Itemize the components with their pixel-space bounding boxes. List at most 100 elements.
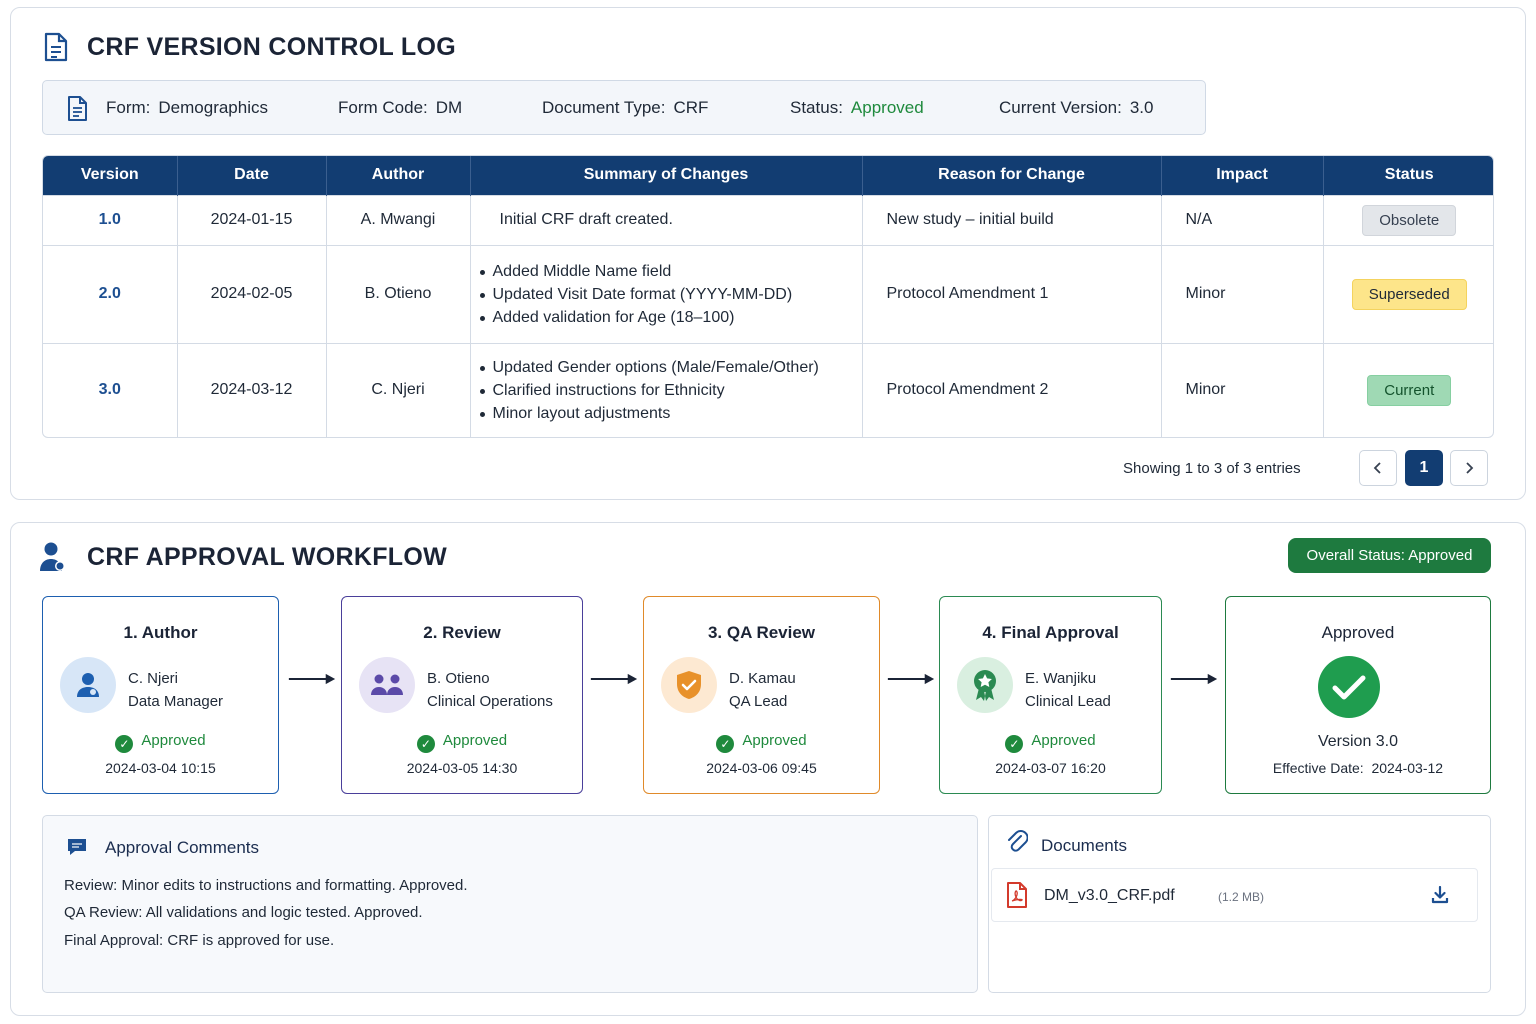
comment-line: Final Approval: CRF is approved for use. [64,932,335,949]
approval-workflow-card: CRF APPROVAL WORKFLOW Overall Status: Ap… [10,522,1526,1016]
form-document-icon [68,96,87,121]
step-status: ✓ Approved [342,732,582,753]
column-header[interactable]: Date [177,156,327,195]
form-code: Form Code: DM [338,98,463,117]
approval-comments-panel: Approval Comments Review: Minor edits to… [42,815,978,993]
row-summary: Added Middle Name field Updated Visit Da… [470,244,863,343]
row-impact: Minor [1161,244,1324,343]
table-row[interactable]: 2.0 2024-02-05 B. Otieno Added Middle Na… [43,244,1493,343]
step-datetime: 2024-03-04 10:15 [105,760,216,776]
step-person: B. Otieno Clinical Operations [427,667,553,713]
step-person: C. Njeri Data Manager [128,667,223,713]
user-badge-icon [40,542,65,571]
step-datetime: 2024-03-05 14:30 [406,760,518,776]
award-icon [957,657,1013,713]
big-check-circle-icon [1318,656,1380,718]
page-1-button[interactable]: 1 [1405,450,1443,486]
row-summary: Initial CRF draft created. [470,194,863,245]
version-control-card: CRF VERSION CONTROL LOG Form: Demographic… [10,7,1526,500]
user-icon [60,657,116,713]
form-info-bar: Form: Demographics Form Code: DM Document … [42,80,1206,135]
workflow-step-author[interactable]: 1. Author C. Njeri Data Manager ✓ Approved… [42,596,279,794]
step-datetime: 2024-03-07 16:20 [995,760,1106,776]
column-header[interactable]: Version [43,156,178,195]
form-status: Status: Approved [790,98,924,117]
row-author: B. Otieno [326,244,471,343]
row-status-cell: Superseded [1323,244,1493,343]
paperclip-icon [1008,829,1028,852]
chevron-right-icon [1466,462,1474,474]
column-header[interactable]: Summary of Changes [470,156,863,195]
summary-item: Clarified instructions for Ethnicity [479,379,862,402]
pdf-file-icon [1007,882,1027,908]
step-person: D. Kamau QA Lead [729,667,796,713]
overall-status-badge: Overall Status: Approved [1288,538,1491,573]
person-name: E. Wanjiku [1025,670,1097,687]
version-link[interactable]: 2.0 [43,244,178,343]
row-impact: Minor [1161,342,1324,437]
document-row[interactable]: DM_v3.0_CRF.pdf (1.2 MB) [991,868,1478,922]
final-version: Version 3.0 [1317,733,1399,750]
document-icon [44,32,68,62]
table-row[interactable]: 3.0 2024-03-12 C. Njeri Updated Gender o… [43,342,1493,437]
summary-item: Updated Visit Date format (YYYY-MM-DD) [479,283,862,306]
summary-item: Minor layout adjustments [479,402,862,425]
person-role: Clinical Operations [427,693,553,710]
prev-page-button[interactable] [1359,450,1397,486]
workflow-step-review[interactable]: 2. Review B. Otieno Clinical Operations ✓… [341,596,583,794]
column-header[interactable]: Reason for Change [862,156,1162,195]
effective-date: Effective Date: 2024-03-12 [1272,760,1444,776]
document-type: Document Type: CRF [542,98,709,117]
row-reason: New study – initial build [862,194,1162,245]
version-table: Version Date Author Summary of Changes R… [42,155,1494,438]
comments-title: Approval Comments [105,838,260,857]
next-page-button[interactable] [1450,450,1488,486]
step-title: 2. Review [423,623,501,642]
column-header[interactable]: Impact [1161,156,1324,195]
version-link[interactable]: 3.0 [43,342,178,437]
status-badge: Superseded [1351,278,1467,310]
comment-icon [68,839,86,855]
document-filesize: (1.2 MB) [1218,890,1265,904]
version-link[interactable]: 1.0 [43,194,178,245]
summary-item: Added validation for Age (18–100) [479,306,862,329]
person-name: B. Otieno [427,670,490,687]
person-role: Data Manager [128,693,224,710]
workflow-title: CRF APPROVAL WORKFLOW [87,543,447,571]
arrow-right-icon [288,673,336,685]
form-name: Form: Demographics [106,98,268,117]
row-summary: Updated Gender options (Male/Female/Othe… [470,342,863,437]
row-author: C. Njeri [326,342,471,437]
column-header[interactable]: Author [326,156,471,195]
check-circle-icon: ✓ [1005,735,1024,753]
workflow-step-qa-review[interactable]: 3. QA Review D. Kamau QA Lead ✓ Approved 2… [643,596,880,794]
step-person: E. Wanjiku Clinical Lead [1025,667,1111,713]
pagination-summary: Showing 1 to 3 of 3 entries [1123,460,1301,477]
workflow-step-final-approval[interactable]: 4. Final Approval E. Wanjiku Clinical Lea… [939,596,1162,794]
chevron-left-icon [1373,462,1381,474]
step-title: 1. Author [123,623,198,642]
arrow-right-icon [887,673,935,685]
download-icon[interactable] [1431,886,1449,904]
final-title: Approved [1321,623,1395,642]
document-filename[interactable]: DM_v3.0_CRF.pdf [1044,887,1175,905]
table-row[interactable]: 1.0 2024-01-15 A. Mwangi Initial CRF dra… [43,194,1493,245]
step-status: ✓ Approved [644,732,879,753]
row-status-cell: Current [1323,342,1493,437]
person-name: D. Kamau [729,670,796,687]
arrow-right-icon [590,673,638,685]
documents-title: Documents [1041,836,1127,855]
check-circle-icon: ✓ [416,735,435,753]
users-icon [359,657,415,713]
row-reason: Protocol Amendment 1 [862,244,1162,343]
summary-item: Added Middle Name field [479,260,862,283]
comment-line: QA Review: All validations and logic tes… [64,904,423,921]
status-badge: Obsolete [1362,204,1457,236]
person-role: QA Lead [729,693,788,710]
column-header[interactable]: Status [1323,156,1493,195]
workflow-final-approved: Approved Version 3.0 Effective Date: 202… [1225,596,1491,794]
person-role: Clinical Lead [1025,693,1111,710]
row-date: 2024-02-05 [177,244,327,343]
summary-item: Updated Gender options (Male/Female/Othe… [479,356,862,379]
step-status: ✓ Approved [940,732,1161,753]
